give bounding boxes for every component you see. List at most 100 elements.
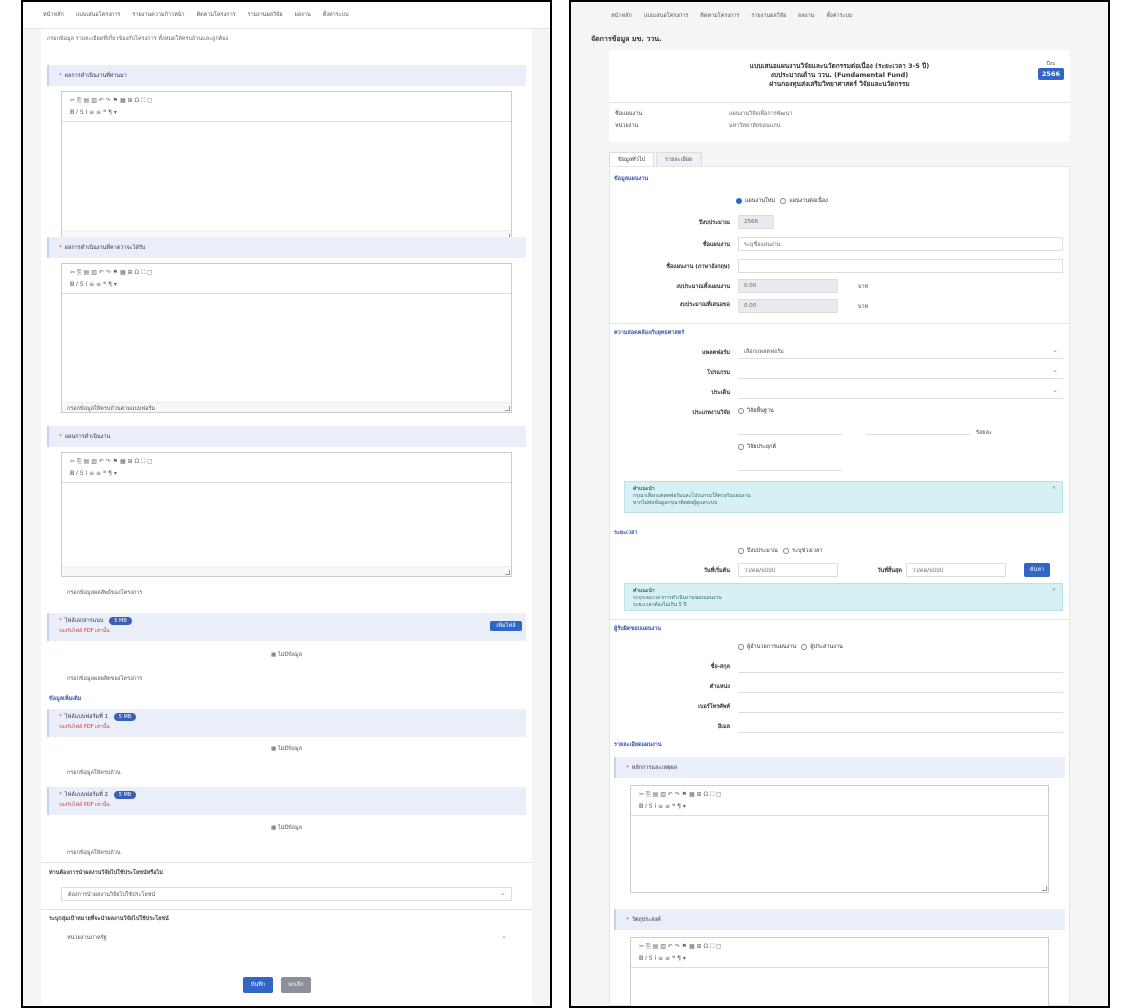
nav-item[interactable]: แบบเสนอโครงการ bbox=[644, 12, 688, 20]
radio-custom-range[interactable] bbox=[783, 547, 790, 554]
radio-applied-research[interactable] bbox=[738, 443, 744, 450]
basic-percent-field[interactable] bbox=[738, 421, 842, 435]
rich-text-editor[interactable]: ✂ ⎘ ▤ ▥ ↶ ↷ ⚑ ▦ ⊞ Ω ⛶ ▢ 𝐁 𝐼 S I ≡ ≡ ❝ ¶ ▾ bbox=[630, 937, 1049, 1006]
platform-select[interactable]: เลือกแพลตฟอร์ม bbox=[738, 345, 1063, 359]
radio-label: ปีงบประมาณ bbox=[747, 548, 778, 554]
question-label: ท่านต้องการนำผลงานวิจัยไปใช้ประโยชน์หรือ… bbox=[49, 870, 163, 876]
form-content: กรอกข้อมูล รายละเอียดที่เกี่ยวข้องกับโคร… bbox=[41, 29, 532, 1006]
nav-item[interactable]: ผลงาน bbox=[798, 12, 814, 20]
section-title: ข้อมูลแผนงาน bbox=[614, 176, 649, 182]
radio-continuing-plan[interactable] bbox=[780, 197, 787, 204]
resize-handle[interactable] bbox=[505, 406, 510, 411]
radio-fiscal-year[interactable] bbox=[738, 547, 744, 554]
alert-line: หากไม่พบข้อมูลกรุณาติดต่อผู้ดูแลระบบ bbox=[633, 500, 718, 506]
program-select[interactable] bbox=[738, 365, 1063, 379]
fiscal-year-field: 2566 bbox=[738, 215, 774, 229]
field-note: กรอกข้อมูลผลลัพธ์ของโครงการ bbox=[67, 590, 143, 596]
close-icon[interactable]: × bbox=[1052, 587, 1056, 594]
resize-handle[interactable] bbox=[505, 570, 510, 575]
editor-toolbar: ✂ ⎘ ▤ ▥ ↶ ↷ ⚑ ▦ ⊞ Ω ⛶ ▢ 𝐁 𝐼 S I ≡ ≡ ❝ ¶ ▾ bbox=[631, 938, 1048, 968]
email-field[interactable] bbox=[738, 719, 1063, 733]
nav-item[interactable]: ตั้งค่าระบบ bbox=[826, 12, 852, 20]
question-label: ระบุกลุ่มเป้าหมายที่จะนำผลงานวิจัยไปใช้ป… bbox=[49, 916, 169, 922]
editor-textarea[interactable] bbox=[62, 122, 511, 230]
unit-label: บาท bbox=[858, 284, 869, 290]
editor-toolbar: ✂ ⎘ ▤ ▥ ↶ ↷ ⚑ ▦ ⊞ Ω ⛶ ▢ 𝐁 𝐼 S I ≡ ≡ ❝ ¶ ▾ bbox=[62, 453, 511, 483]
rich-text-editor[interactable]: ✂ ⎘ ▤ ▥ ↶ ↷ ⚑ ▦ ⊞ Ω ⛶ ▢ 𝐁 𝐼 S I ≡ ≡ ❝ ¶ ▾ bbox=[61, 91, 512, 241]
info-key: ชื่อแผนงาน bbox=[615, 111, 643, 117]
person-name-field[interactable] bbox=[738, 659, 1063, 673]
search-button[interactable]: ค้นหา bbox=[1024, 563, 1050, 577]
attachment-hint: รองรับไฟล์ PDF เท่านั้น bbox=[59, 802, 110, 808]
editor-textarea[interactable] bbox=[631, 816, 1048, 882]
nav-item[interactable]: รายงานผลวิจัย bbox=[751, 12, 786, 20]
start-date-field[interactable]: วว/ดด/ปปปป bbox=[738, 563, 838, 577]
field-label: งบประมาณที่เสนอขอ bbox=[679, 302, 730, 308]
issue-select[interactable] bbox=[738, 385, 1063, 399]
rich-text-editor[interactable]: ✂ ⎘ ▤ ▥ ↶ ↷ ⚑ ▦ ⊞ Ω ⛶ ▢ 𝐁 𝐼 S I ≡ ≡ ❝ ¶ ▾ bbox=[630, 785, 1049, 893]
field-label: ชื่อ-สกุล bbox=[710, 664, 730, 670]
radio-new-plan[interactable] bbox=[736, 197, 742, 204]
attachment-label: ไฟล์แบบฟอร์มที่ 1 bbox=[64, 714, 108, 720]
radio-label: แผนงานใหม่ bbox=[745, 198, 775, 204]
unit-label: ร้อยละ bbox=[976, 430, 992, 436]
save-button[interactable]: บันทึก bbox=[243, 977, 273, 993]
field-label: งบประมาณทั้งแผนงาน bbox=[676, 284, 730, 290]
basic-percent-field-2[interactable] bbox=[866, 421, 970, 435]
plan-header-card: แบบเสนอแผนงานวิจัยและนวัตกรรมต่อเนื่อง (… bbox=[609, 50, 1070, 142]
rich-text-editor[interactable]: ✂ ⎘ ▤ ▥ ↶ ↷ ⚑ ▦ ⊞ Ω ⛶ ▢ 𝐁 𝐼 S I ≡ ≡ ❝ ¶ ▾ bbox=[61, 263, 512, 413]
size-badge: 5 MB bbox=[113, 713, 137, 721]
radio-coordinator[interactable] bbox=[801, 643, 808, 650]
alert-line: กรุณาเลือกแพลตฟอร์มและโปรแกรมให้ตรงกับแผ… bbox=[633, 493, 751, 499]
nav-item[interactable]: ติดตามโครงการ bbox=[700, 12, 739, 20]
plan-name-en-field[interactable] bbox=[738, 259, 1063, 273]
alert-line: ระยะเวลาต้องไม่เกิน 5 ปี bbox=[633, 602, 687, 608]
close-icon[interactable]: × bbox=[1052, 485, 1056, 492]
field-label: ประเด็น bbox=[711, 390, 730, 396]
nav-item[interactable]: แบบเสนอโครงการ bbox=[76, 11, 120, 19]
intro-text: กรอกข้อมูล รายละเอียดที่เกี่ยวข้องกับโคร… bbox=[47, 36, 229, 42]
no-data-text: ▦ ไม่มีข้อมูล bbox=[270, 652, 303, 658]
editor-textarea[interactable] bbox=[62, 483, 511, 566]
nav-item[interactable]: ผลงาน bbox=[295, 11, 311, 19]
applied-percent-field[interactable] bbox=[738, 457, 842, 471]
attachment-hint: รองรับไฟล์ PDF เท่านั้น bbox=[59, 724, 110, 730]
attachment-label: ไฟล์แบบฟอร์มที่ 2 bbox=[64, 792, 108, 798]
nav-item[interactable]: รายงานความก้าวหน้า bbox=[132, 11, 184, 19]
radio-director[interactable] bbox=[738, 643, 744, 650]
editor-textarea[interactable] bbox=[62, 294, 511, 402]
title-line: แบบเสนอแผนงานวิจัยและนวัตกรรมต่อเนื่อง (… bbox=[749, 62, 930, 70]
section-title: ระยะเวลา bbox=[614, 530, 638, 536]
target-group-select[interactable]: หน่วยงานภาครัฐ bbox=[61, 931, 512, 951]
add-file-button[interactable]: เพิ่มไฟล์ bbox=[490, 621, 522, 631]
alert-line: ระบุระยะเวลาการดำเนินงานของแผนงาน bbox=[633, 595, 722, 601]
nav-item[interactable]: หน้าหลัก bbox=[611, 12, 632, 20]
left-screenshot-panel: หน้าหลัก แบบเสนอโครงการ รายงานความก้าวหน… bbox=[21, 0, 552, 1008]
field-label: วันที่เริ่มต้น bbox=[703, 568, 730, 574]
radio-basic-research[interactable] bbox=[738, 407, 744, 414]
rich-text-editor[interactable]: ✂ ⎘ ▤ ▥ ↶ ↷ ⚑ ▦ ⊞ Ω ⛶ ▢ 𝐁 𝐼 S I ≡ ≡ ❝ ¶ ▾ bbox=[61, 452, 512, 577]
right-screenshot-panel: หน้าหลัก แบบเสนอโครงการ ติดตามโครงการ รา… bbox=[569, 0, 1110, 1008]
section-title: ข้อมูลเพิ่มเติม bbox=[49, 696, 82, 702]
cancel-button[interactable]: ยกเลิก bbox=[281, 977, 311, 993]
phone-field[interactable] bbox=[738, 699, 1063, 713]
field-label: ผลการดำเนินงานที่คาดว่าจะได้รับ bbox=[64, 244, 146, 251]
nav-item[interactable]: ติดตามโครงการ bbox=[197, 11, 236, 19]
plan-name-field[interactable]: ระบุชื่อแผนงาน bbox=[738, 237, 1063, 251]
tab-general[interactable]: ข้อมูลทั่วไป bbox=[609, 152, 655, 167]
position-field[interactable] bbox=[738, 679, 1063, 693]
use-research-select[interactable]: ต้องการนำผลงานวิจัยไปใช้ประโยชน์ bbox=[61, 887, 512, 901]
field-label: ประเภทงานวิจัย bbox=[692, 410, 730, 416]
end-date-field[interactable]: วว/ดด/ปปปป bbox=[906, 563, 1006, 577]
field-label: ผลการดำเนินงานที่ผ่านมา bbox=[64, 72, 127, 79]
top-navigation: หน้าหลัก แบบเสนอโครงการ รายงานความก้าวหน… bbox=[23, 2, 550, 29]
nav-item[interactable]: ตั้งค่าระบบ bbox=[323, 11, 349, 19]
field-note: กรอกข้อมูลให้ครบถ้วน bbox=[67, 850, 121, 856]
nav-item[interactable]: หน้าหลัก bbox=[43, 11, 64, 19]
field-label: แพลตฟอร์ม bbox=[702, 350, 730, 356]
resize-handle[interactable] bbox=[1042, 886, 1047, 891]
tab-details[interactable]: รายละเอียด bbox=[656, 152, 702, 167]
nav-item[interactable]: รายงานผลวิจัย bbox=[248, 11, 283, 19]
section-title: ผู้รับผิดชอบแผนงาน bbox=[614, 626, 662, 632]
editor-textarea[interactable] bbox=[631, 968, 1048, 1006]
